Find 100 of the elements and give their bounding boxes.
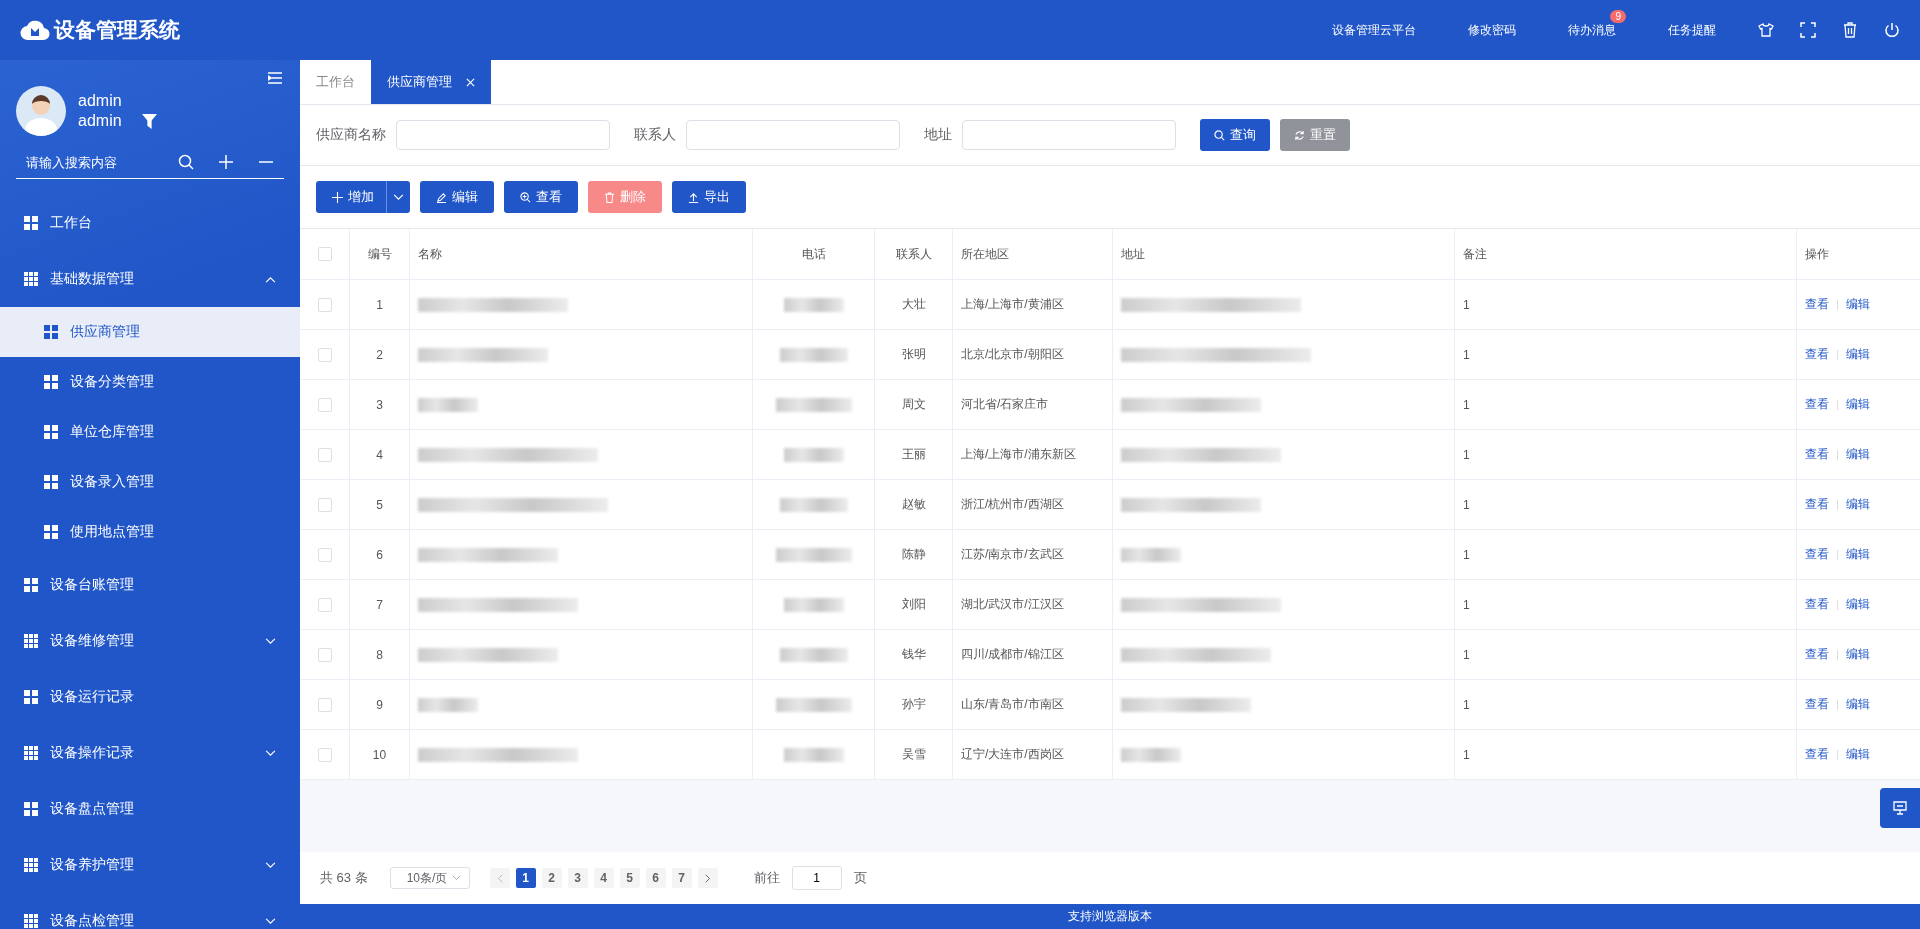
row-action-link[interactable]: 编辑: [1846, 596, 1870, 613]
menu-item[interactable]: 设备运行记录: [0, 669, 300, 725]
blurred-text: [783, 747, 844, 762]
table-cell: 湖北/武汉市/江汉区: [961, 596, 1064, 613]
submenu-item[interactable]: 设备录入管理: [0, 457, 300, 507]
fullscreen-icon[interactable]: [1800, 22, 1816, 38]
grid-icon: [24, 746, 38, 760]
page-button[interactable]: 4: [593, 868, 614, 888]
add-button[interactable]: 增加: [316, 181, 386, 213]
shirt-icon[interactable]: [1758, 22, 1774, 38]
menu-item[interactable]: 设备点检管理: [0, 893, 300, 929]
table-cell: 2: [376, 347, 383, 362]
menu-item[interactable]: 设备操作记录: [0, 725, 300, 781]
toolbar-button[interactable]: 查看: [504, 181, 578, 213]
table-cell: 吴雪: [901, 746, 926, 763]
menu-item[interactable]: 工作台: [0, 195, 300, 251]
chevron-down-icon: [265, 749, 276, 757]
submenu-item[interactable]: 使用地点管理: [0, 507, 300, 557]
menu-search-field[interactable]: 请输入搜索内容: [26, 154, 154, 170]
previous-page-button[interactable]: [489, 868, 510, 888]
filter-field[interactable]: [962, 120, 1176, 150]
row-action-link[interactable]: 查看: [1805, 446, 1829, 463]
select-all-checkbox[interactable]: [317, 247, 332, 261]
menu-item[interactable]: 设备维修管理: [0, 613, 300, 669]
menu-item[interactable]: 设备养护管理: [0, 837, 300, 893]
close-icon[interactable]: [466, 77, 475, 87]
row-checkbox[interactable]: [317, 447, 332, 462]
toolbar-button[interactable]: 编辑: [420, 181, 494, 213]
header-link[interactable]: 任务提醒: [1668, 21, 1716, 39]
menu-item[interactable]: 设备盘点管理: [0, 781, 300, 837]
table-cell: 江苏/南京市/玄武区: [961, 546, 1064, 563]
filter-field[interactable]: [686, 120, 900, 150]
row-checkbox[interactable]: [317, 547, 332, 562]
row-action-link[interactable]: 查看: [1805, 746, 1829, 763]
menu-item[interactable]: 设备台账管理: [0, 557, 300, 613]
row-checkbox[interactable]: [317, 597, 332, 612]
page-button[interactable]: 1: [515, 868, 536, 888]
row-action-link[interactable]: 查看: [1805, 296, 1829, 313]
filter-icon[interactable]: [141, 113, 157, 129]
menu-item[interactable]: 基础数据管理: [0, 251, 300, 307]
row-checkbox[interactable]: [317, 647, 332, 662]
row-action-link[interactable]: 编辑: [1846, 646, 1870, 663]
row-action-link[interactable]: 查看: [1805, 346, 1829, 363]
blurred-text: [783, 447, 844, 462]
table-cell: 张明: [901, 346, 926, 363]
power-icon[interactable]: [1884, 22, 1900, 38]
chevron-down-icon: [265, 861, 276, 869]
row-action-link[interactable]: 查看: [1805, 596, 1829, 613]
row-action-link[interactable]: 查看: [1805, 546, 1829, 563]
page-size-select[interactable]: 10条/页: [389, 867, 470, 889]
submenu-item[interactable]: 单位仓库管理: [0, 407, 300, 457]
page-button[interactable]: 5: [619, 868, 640, 888]
row-action-link[interactable]: 编辑: [1846, 346, 1870, 363]
column-header: 操作: [1805, 245, 1829, 263]
row-action-link[interactable]: 编辑: [1846, 546, 1870, 563]
row-checkbox[interactable]: [317, 747, 332, 762]
row-checkbox[interactable]: [317, 497, 332, 512]
header-link[interactable]: 修改密码: [1468, 21, 1516, 39]
header-link[interactable]: 待办消息: [1568, 21, 1616, 39]
toolbar-button[interactable]: 导出: [672, 181, 746, 213]
plus-icon[interactable]: [218, 154, 234, 170]
header-link[interactable]: 设备管理云平台: [1332, 21, 1416, 39]
trash-icon[interactable]: [1842, 22, 1858, 38]
row-action-link[interactable]: 编辑: [1846, 746, 1870, 763]
filter-field[interactable]: [396, 120, 610, 150]
goto-page-field[interactable]: 1: [791, 866, 842, 890]
search-icon[interactable]: [178, 154, 194, 170]
table-cell: 四川/成都市/锦江区: [961, 646, 1064, 663]
row-action-link[interactable]: 编辑: [1846, 296, 1870, 313]
table-cell: 1: [1463, 597, 1470, 612]
row-action-link[interactable]: 编辑: [1846, 446, 1870, 463]
total-count: 共 63 条: [320, 869, 368, 887]
next-page-button[interactable]: [697, 868, 718, 888]
page-button[interactable]: 7: [671, 868, 692, 888]
page-button[interactable]: 6: [645, 868, 666, 888]
page-button[interactable]: 2: [541, 868, 562, 888]
row-action-link[interactable]: 查看: [1805, 496, 1829, 513]
menu-icon[interactable]: [268, 72, 282, 84]
dropdown-button[interactable]: [386, 181, 410, 213]
goto-label: 前往: [753, 869, 780, 887]
row-checkbox[interactable]: [317, 297, 332, 312]
row-action-link[interactable]: 编辑: [1846, 496, 1870, 513]
row-action-link[interactable]: 查看: [1805, 696, 1829, 713]
float-button[interactable]: [1880, 788, 1920, 828]
page-tab[interactable]: 工作台: [300, 60, 371, 104]
row-checkbox[interactable]: [317, 347, 332, 362]
row-action-link[interactable]: 查看: [1805, 396, 1829, 413]
filter-button[interactable]: 查询: [1200, 119, 1270, 151]
submenu-item[interactable]: 设备分类管理: [0, 357, 300, 407]
row-action-link[interactable]: 编辑: [1846, 396, 1870, 413]
submenu-item[interactable]: 供应商管理: [0, 307, 300, 357]
trash-icon: [604, 191, 615, 203]
row-action-link[interactable]: 编辑: [1846, 696, 1870, 713]
page-tab[interactable]: 供应商管理: [371, 60, 491, 104]
row-checkbox[interactable]: [317, 397, 332, 412]
row-action-link[interactable]: 查看: [1805, 646, 1829, 663]
row-checkbox[interactable]: [317, 697, 332, 712]
table-cell: 1: [1463, 647, 1470, 662]
grid-icon: [44, 525, 58, 539]
page-button[interactable]: 3: [567, 868, 588, 888]
